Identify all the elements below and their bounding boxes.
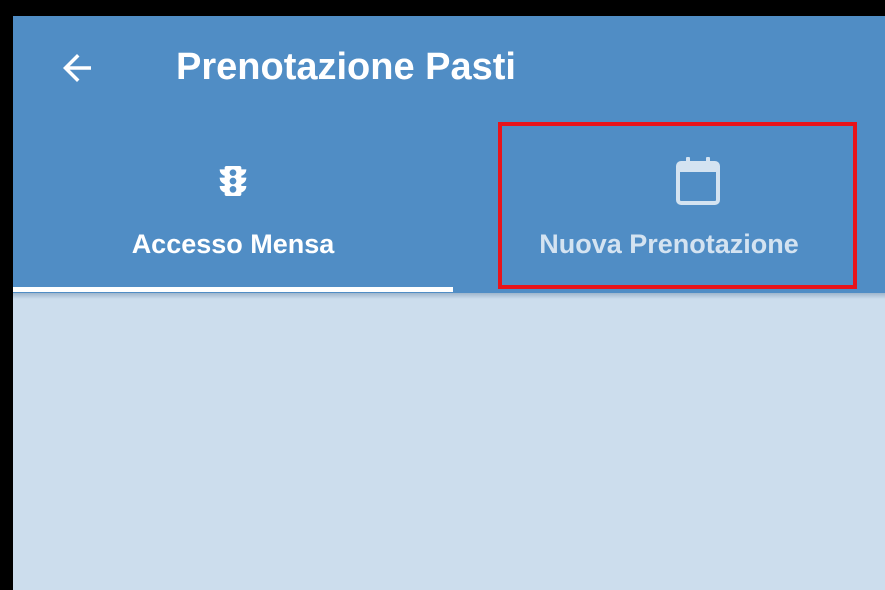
arrow-left-icon xyxy=(63,54,91,82)
tab-label: Accesso Mensa xyxy=(131,229,335,259)
tab-label: Nuova Prenotazione xyxy=(539,229,799,259)
selected-tab-indicator xyxy=(13,287,453,292)
app-screen: Prenotazione Pasti Accesso Mensa Nuova P… xyxy=(13,16,885,590)
app-bar: Prenotazione Pasti Accesso Mensa Nuova P… xyxy=(13,16,885,293)
main-content xyxy=(13,293,885,590)
calendar-icon xyxy=(671,154,725,208)
back-button[interactable] xyxy=(49,40,105,96)
traffic-light-icon xyxy=(206,154,260,208)
page-title: Prenotazione Pasti xyxy=(176,46,516,88)
tab-nuova-prenotazione[interactable]: Nuova Prenotazione xyxy=(453,126,885,293)
tab-accesso-mensa[interactable]: Accesso Mensa xyxy=(13,126,453,293)
